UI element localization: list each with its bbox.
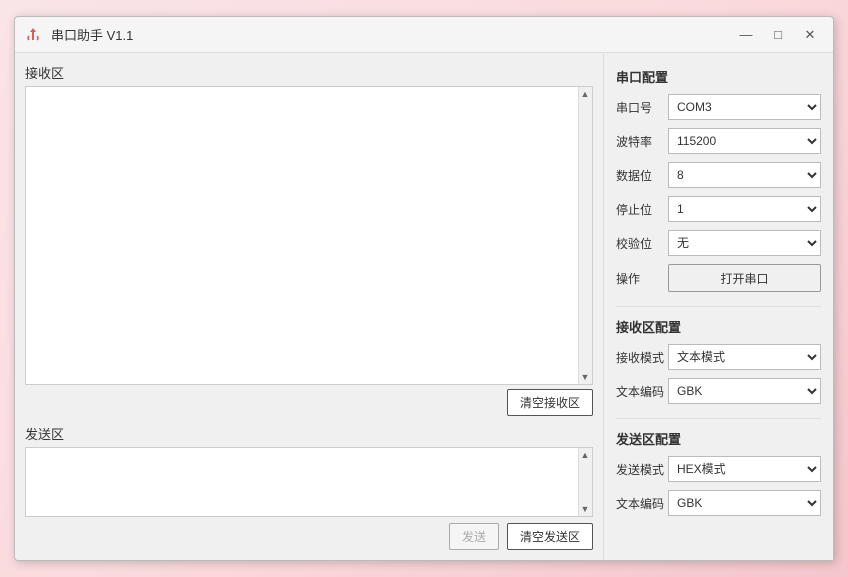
maximize-button[interactable]: □: [763, 23, 793, 47]
send-textarea[interactable]: [26, 448, 578, 516]
main-content: 接收区 ▲ ▼ 清空接收区 发送区 ▲: [15, 53, 833, 560]
stop-select[interactable]: 1 1.5 2: [668, 196, 821, 222]
divider-2: [616, 418, 821, 419]
main-window: 串口助手 V1.1 — □ ✕ 接收区 ▲ ▼ 清空接收区: [14, 16, 834, 561]
send-label: 发送区: [25, 424, 593, 443]
baud-label: 波特率: [616, 133, 668, 150]
port-row: 串口号 COM3 COM1 COM2 COM4: [616, 94, 821, 120]
receive-config-title: 接收区配置: [616, 317, 821, 336]
parity-select[interactable]: 无 奇校验 偶校验: [668, 230, 821, 256]
window-title: 串口助手 V1.1: [51, 25, 133, 44]
send-mode-label: 发送模式: [616, 461, 668, 478]
open-port-button[interactable]: 打开串口: [668, 264, 821, 292]
send-mode-row: 发送模式 HEX模式 文本模式: [616, 456, 821, 482]
send-scroll-up-icon[interactable]: ▲: [579, 450, 591, 460]
receive-mode-label: 接收模式: [616, 349, 668, 366]
divider-1: [616, 306, 821, 307]
receive-scroll-down-icon[interactable]: ▼: [579, 372, 591, 382]
serial-config-title: 串口配置: [616, 67, 821, 86]
operation-row: 操作 打开串口: [616, 264, 821, 292]
receive-textarea[interactable]: [26, 87, 578, 384]
title-bar: 串口助手 V1.1 — □ ✕: [15, 17, 833, 53]
send-scrollbar[interactable]: ▲ ▼: [578, 448, 592, 516]
baud-row: 波特率 115200 9600 19200 38400 57600: [616, 128, 821, 154]
receive-scrollbar[interactable]: ▲ ▼: [578, 87, 592, 384]
receive-mode-row: 接收模式 文本模式 HEX模式: [616, 344, 821, 370]
parity-label: 校验位: [616, 235, 668, 252]
send-textarea-container: ▲ ▼: [25, 447, 593, 517]
clear-send-button[interactable]: 清空发送区: [507, 523, 593, 550]
clear-receive-button[interactable]: 清空接收区: [507, 389, 593, 416]
title-bar-left: 串口助手 V1.1: [23, 25, 133, 45]
receive-mode-select[interactable]: 文本模式 HEX模式: [668, 344, 821, 370]
receive-encoding-label: 文本编码: [616, 383, 668, 400]
receive-scroll-up-icon[interactable]: ▲: [579, 89, 591, 99]
send-actions: 发送 清空发送区: [25, 523, 593, 550]
receive-encoding-select[interactable]: GBK UTF-8: [668, 378, 821, 404]
receive-label: 接收区: [25, 63, 593, 82]
operation-label: 操作: [616, 270, 668, 287]
port-select[interactable]: COM3 COM1 COM2 COM4: [668, 94, 821, 120]
send-encoding-label: 文本编码: [616, 495, 668, 512]
send-encoding-select[interactable]: GBK UTF-8: [668, 490, 821, 516]
data-row: 数据位 8 5 6 7: [616, 162, 821, 188]
parity-row: 校验位 无 奇校验 偶校验: [616, 230, 821, 256]
receive-textarea-container: ▲ ▼: [25, 86, 593, 385]
send-mode-select[interactable]: HEX模式 文本模式: [668, 456, 821, 482]
data-label: 数据位: [616, 167, 668, 184]
right-panel: 串口配置 串口号 COM3 COM1 COM2 COM4 波特率 115200 …: [603, 53, 833, 560]
stop-row: 停止位 1 1.5 2: [616, 196, 821, 222]
clear-receive-row: 清空接收区: [25, 389, 593, 416]
send-config-title: 发送区配置: [616, 429, 821, 448]
send-encoding-row: 文本编码 GBK UTF-8: [616, 490, 821, 516]
stop-label: 停止位: [616, 201, 668, 218]
close-button[interactable]: ✕: [795, 23, 825, 47]
receive-encoding-row: 文本编码 GBK UTF-8: [616, 378, 821, 404]
data-select[interactable]: 8 5 6 7: [668, 162, 821, 188]
send-section: 发送区 ▲ ▼ 发送 清空发送区: [25, 424, 593, 550]
window-controls: — □ ✕: [731, 23, 825, 47]
app-icon: [23, 25, 43, 45]
port-label: 串口号: [616, 99, 668, 116]
left-panel: 接收区 ▲ ▼ 清空接收区 发送区 ▲: [15, 53, 603, 560]
send-button[interactable]: 发送: [449, 523, 499, 550]
baud-select[interactable]: 115200 9600 19200 38400 57600: [668, 128, 821, 154]
minimize-button[interactable]: —: [731, 23, 761, 47]
receive-section: 接收区 ▲ ▼ 清空接收区: [25, 63, 593, 416]
send-scroll-down-icon[interactable]: ▼: [579, 504, 591, 514]
